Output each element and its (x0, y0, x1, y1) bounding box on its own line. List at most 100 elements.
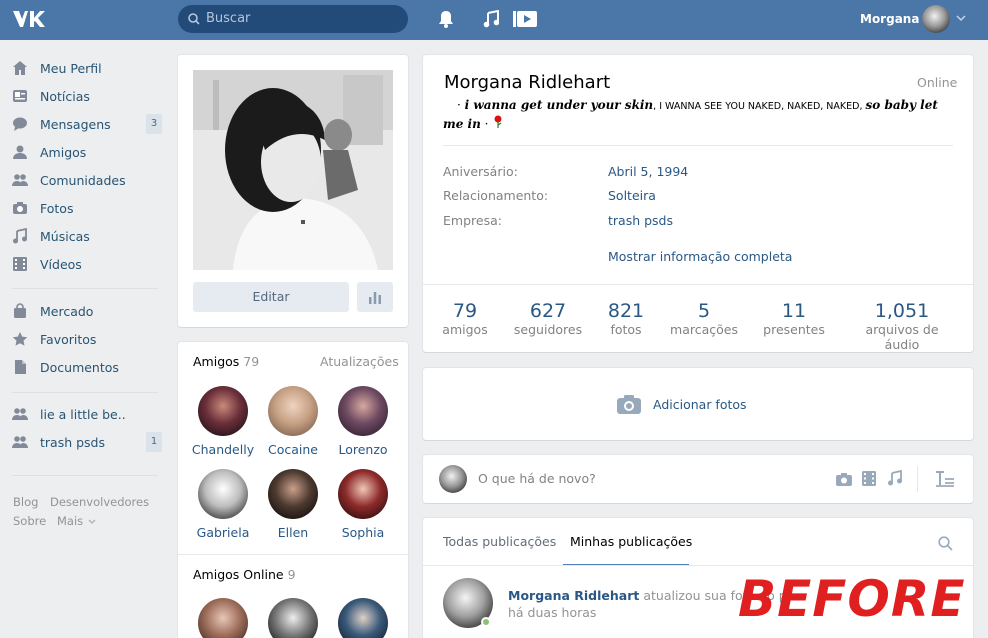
footer-dev-link[interactable]: Desenvolvedores (50, 495, 149, 509)
sidebar-item-community-lie[interactable]: lie a little be.. (12, 402, 164, 426)
stat-audio[interactable]: 1,051 arquivos de áudio (848, 300, 956, 352)
bag-icon (14, 303, 26, 318)
sidebar-item-news[interactable]: Notícias (12, 84, 164, 108)
community-icon (12, 436, 28, 448)
friend-avatar (338, 386, 388, 436)
stat-gifts[interactable]: 11 presentes (760, 300, 828, 337)
relationship-value[interactable]: Solteira (608, 188, 656, 203)
header-avatar[interactable] (922, 5, 950, 33)
sidebar-item-favorites[interactable]: Favoritos (12, 327, 164, 351)
sidebar-item-label: Documentos (40, 359, 119, 375)
friend-name: Gabriela (196, 525, 250, 540)
music-icon[interactable] (483, 10, 499, 28)
profile-photo[interactable] (193, 70, 393, 270)
sidebar-item-profile[interactable]: Meu Perfil (12, 56, 164, 80)
company-value[interactable]: trash psds (608, 213, 673, 228)
sidebar-item-label: Meu Perfil (40, 60, 102, 76)
sidebar-item-documents[interactable]: Documentos (12, 355, 164, 379)
company-label: Empresa: (443, 213, 502, 228)
stats-button[interactable] (357, 282, 393, 312)
friend-item[interactable]: Ellen (258, 469, 328, 540)
stat-followers[interactable]: 627 seguidores (508, 300, 588, 337)
status-text-caps: , I WANNA SEE YOU NAKED, NAKED, NAKED, (653, 101, 866, 112)
sidebar-item-music[interactable]: Músicas (12, 224, 164, 248)
text-format-icon[interactable] (935, 470, 955, 488)
chevron-down-icon[interactable] (88, 519, 96, 525)
friends-icon (13, 145, 27, 159)
footer-blog-link[interactable]: Blog (13, 495, 38, 509)
friend-item[interactable]: Lorenzo (328, 386, 398, 457)
friend-item[interactable]: Cocaine (258, 386, 328, 457)
sidebar-item-messages[interactable]: Mensagens 3 (12, 112, 164, 136)
friend-name: Ellen (277, 525, 309, 540)
online-indicator (481, 617, 491, 627)
stat-tags[interactable]: 5 marcações (666, 300, 742, 337)
top-bar: Buscar Morgana (0, 0, 988, 40)
friends-divider (178, 554, 408, 555)
friends-header[interactable]: Amigos 79 (193, 354, 259, 369)
community-icon (12, 408, 28, 420)
online-friends-header[interactable]: Amigos Online 9 (193, 567, 296, 582)
friend-item[interactable]: Chandelly (188, 386, 258, 457)
vk-logo[interactable] (12, 9, 48, 29)
sidebar-item-market[interactable]: Mercado (12, 299, 164, 323)
relationship-label: Relacionamento: (443, 188, 549, 203)
friend-item[interactable]: Gabriela (188, 469, 258, 540)
groups-icon (12, 174, 28, 186)
profile-status[interactable]: · i wanna get under your skin, I WANNA S… (443, 97, 958, 132)
search-input[interactable]: Buscar (178, 5, 408, 33)
bell-icon[interactable] (438, 10, 454, 28)
friend-avatar (268, 469, 318, 519)
sidebar-item-videos[interactable]: Vídeos (12, 252, 164, 276)
music-icon[interactable] (887, 470, 903, 486)
online-friends-count: 9 (287, 567, 296, 582)
friend-item[interactable]: Sophia (328, 469, 398, 540)
video-icon[interactable] (862, 471, 876, 486)
search-icon[interactable] (938, 536, 953, 551)
tab-my-posts[interactable]: Minhas publicações (570, 534, 692, 549)
community-count-badge: 1 (146, 432, 162, 452)
stat-label: marcações (670, 322, 738, 337)
rose-icon (494, 115, 502, 128)
camera-icon[interactable] (836, 472, 852, 486)
sidebar-item-label: trash psds (40, 434, 106, 450)
sidebar-item-community-trash[interactable]: trash psds 1 (12, 430, 164, 454)
before-watermark: BEFORE (738, 570, 966, 628)
post-author[interactable]: Morgana Ridlehart (508, 588, 639, 603)
friend-name: Chandelly (191, 442, 255, 457)
stat-friends[interactable]: 79 amigos (434, 300, 496, 337)
chevron-down-icon[interactable] (956, 14, 966, 22)
show-full-info-link[interactable]: Mostrar informação completa (608, 249, 792, 264)
header-username[interactable]: Morgana (860, 12, 919, 26)
sidebar-item-communities[interactable]: Comunidades (12, 168, 164, 192)
footer-more-link[interactable]: Mais (57, 514, 83, 528)
friends-updates-link[interactable]: Atualizações (320, 354, 399, 369)
stat-label: arquivos de áudio (865, 322, 939, 352)
sidebar-divider (12, 475, 158, 476)
friends-count: 79 (243, 354, 260, 369)
message-count-badge: 3 (146, 114, 162, 134)
stat-number: 11 (781, 300, 807, 322)
sidebar-item-label: Favoritos (40, 331, 97, 347)
sidebar-item-photos[interactable]: Fotos (12, 196, 164, 220)
birthday-value[interactable]: Abril 5, 1994 (608, 164, 688, 179)
composer-input[interactable]: O que há de novo? (478, 471, 596, 486)
search-icon (188, 13, 200, 25)
sidebar-item-label: Mensagens (40, 116, 111, 132)
camera-icon (617, 395, 641, 414)
friend-name: Lorenzo (338, 442, 388, 457)
tab-all-posts[interactable]: Todas publicações (443, 534, 556, 549)
friend-name: Sophia (341, 525, 385, 540)
stat-photos[interactable]: 821 fotos (601, 300, 651, 337)
friend-avatar (198, 386, 248, 436)
edit-profile-button[interactable]: Editar (193, 282, 349, 312)
sidebar-item-friends[interactable]: Amigos (12, 140, 164, 164)
stat-label: amigos (442, 322, 488, 337)
friend-avatar (338, 469, 388, 519)
post-time[interactable]: há duas horas (508, 605, 596, 620)
play-icon[interactable] (513, 10, 537, 28)
online-friends-title: Amigos Online (193, 567, 284, 582)
footer-about-link[interactable]: Sobre (13, 514, 46, 528)
sidebar-item-label: Músicas (40, 228, 90, 244)
home-icon (13, 61, 27, 75)
